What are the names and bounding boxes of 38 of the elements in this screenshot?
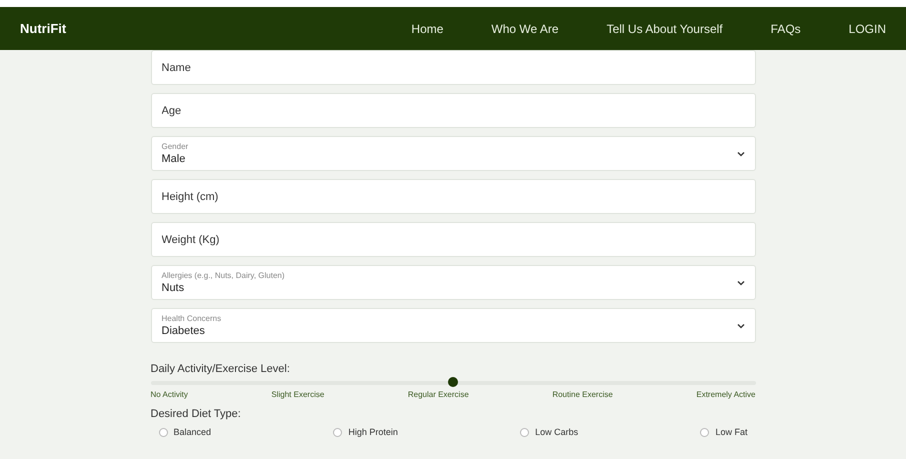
field-value: Diabetes (162, 325, 206, 337)
field-value: Nuts (162, 282, 186, 294)
nav-link[interactable]: FAQs (770, 22, 801, 36)
field-label: Allergies (e.g., Nuts, Dairy, Gluten) (162, 271, 286, 280)
select-field[interactable]: Gender Male (150, 136, 756, 171)
radio-button[interactable] (700, 428, 710, 436)
nav-link[interactable]: Tell Us About Yourself (606, 22, 723, 36)
radio-label[interactable]: Low Carbs (535, 427, 578, 437)
radio-button[interactable] (333, 428, 342, 436)
brand-name[interactable]: NutriFit (20, 21, 364, 36)
slider-stop-label: Regular Exercise (408, 390, 469, 399)
radio-button[interactable] (520, 428, 530, 436)
radio-label[interactable]: Balanced (174, 427, 212, 437)
slider-stop-label: Routine Exercise (552, 390, 613, 399)
select-field[interactable]: Allergies (e.g., Nuts, Dairy, Gluten) Nuts (150, 265, 756, 300)
input-field[interactable]: Age (150, 93, 756, 128)
radio-label[interactable]: High Protein (348, 427, 398, 437)
field-label: Health Concerns (162, 314, 222, 323)
chevron-down-icon (736, 150, 744, 156)
radio-label[interactable]: Low Fat (715, 427, 748, 437)
field-value: Male (162, 153, 186, 165)
slider-stop-label: Slight Exercise (271, 390, 324, 399)
input-field[interactable]: Name (150, 50, 756, 85)
diet-heading: Desired Diet Type: (150, 408, 242, 420)
slider-thumb[interactable] (448, 377, 458, 387)
slider-stop-label: Extremely Active (696, 390, 756, 399)
input-field[interactable]: Height (cm) (150, 179, 756, 214)
chevron-down-icon (736, 280, 744, 286)
nav-link[interactable]: Who We Are (491, 22, 559, 36)
activity-heading: Daily Activity/Exercise Level: (150, 363, 291, 375)
select-field[interactable]: Health Concerns Diabetes (150, 308, 756, 343)
field-label: Gender (162, 142, 190, 151)
slider-stop-label: No Activity (150, 390, 188, 399)
input-field[interactable]: Weight (Kg) (150, 222, 756, 257)
chevron-down-icon (736, 322, 744, 328)
nav-link[interactable]: LOGIN (848, 22, 886, 36)
radio-button[interactable] (158, 428, 168, 436)
nav-link[interactable]: Home (411, 22, 444, 36)
